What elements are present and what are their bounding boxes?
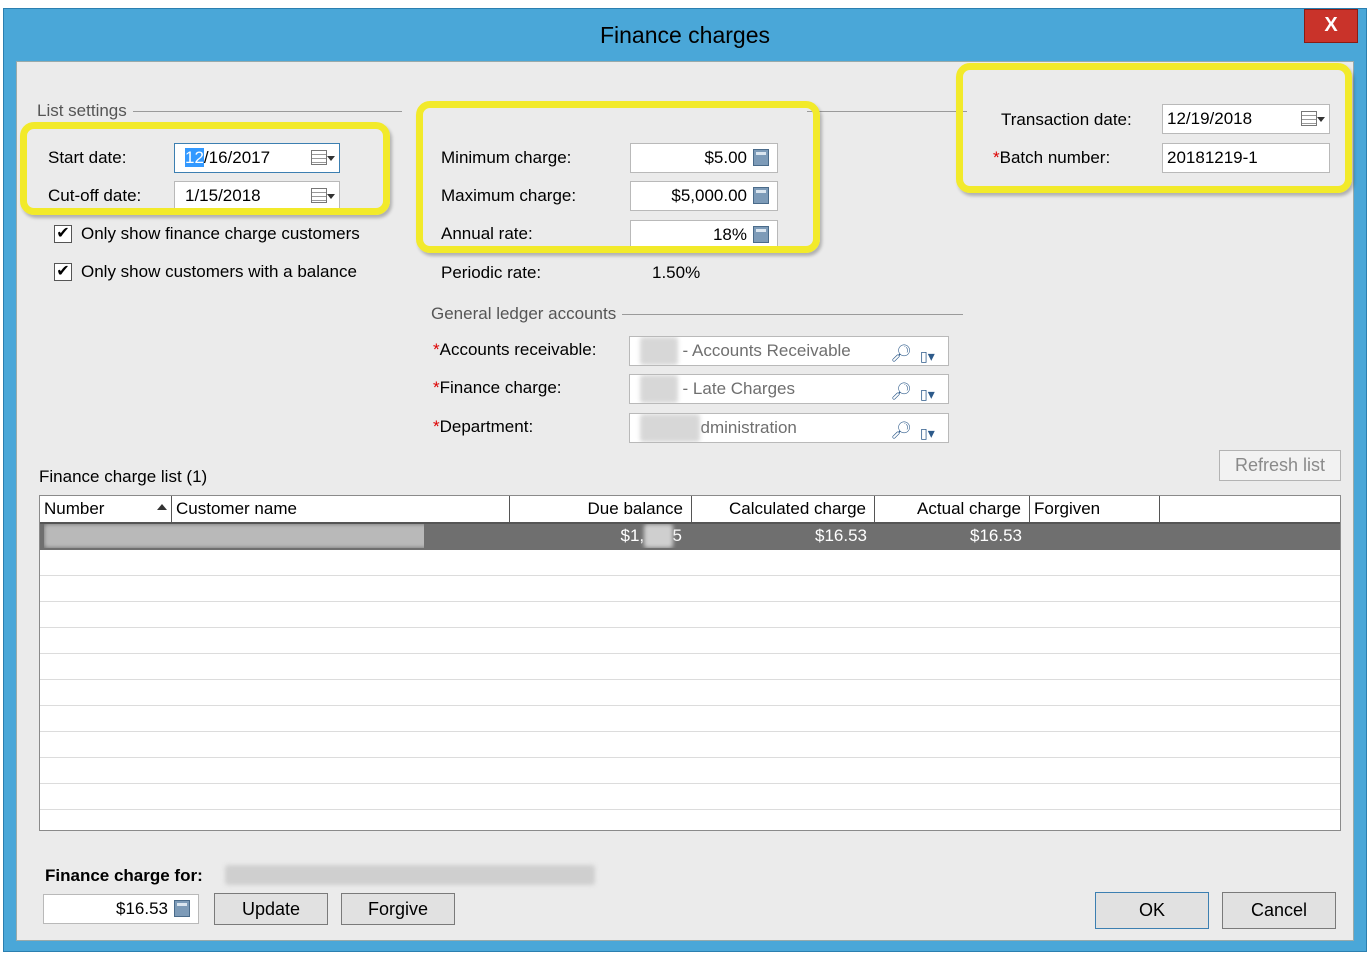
list-item (40, 706, 1340, 732)
cell-actual-charge: $16.53 (970, 526, 1022, 545)
only-balance-label[interactable]: Only show customers with a balance (81, 262, 357, 282)
cell-due-balance: $1,0005 (510, 524, 682, 548)
highlight-date-range (20, 122, 390, 215)
required-mark: * (433, 378, 440, 397)
account-menu-icon[interactable]: ▯▾ (920, 380, 942, 402)
column-header-actual-charge[interactable]: Actual charge (875, 496, 1030, 522)
fc-label-text: Finance charge: (439, 378, 562, 397)
ar-account-field[interactable]: 1201 - Accounts Receivable 🔎︎ ▯▾ (629, 336, 949, 366)
table-row[interactable]: XXXXXXXXXXXXXXXXXXXXXXXXXXXXXXXXXX $1,00… (40, 524, 1340, 550)
list-item (40, 550, 1340, 576)
highlight-finance-charge-settings (416, 101, 820, 253)
list-item (40, 680, 1340, 706)
department-label: *Department: (433, 417, 533, 437)
required-mark: * (433, 340, 440, 359)
ar-account-text: - Accounts Receivable (677, 341, 851, 360)
forgive-button[interactable]: Forgive (341, 893, 455, 925)
customer-redacted: XXXXXXXXXXXXXXXXXXXXXXXXXXXXXXXXXX (44, 524, 424, 548)
list-settings-group-label: List settings (37, 101, 133, 121)
cell-calculated-charge: $16.53 (815, 526, 867, 545)
column-header-forgiven[interactable]: Forgiven (1030, 496, 1160, 522)
list-item (40, 784, 1340, 810)
list-item (40, 654, 1340, 680)
list-item (40, 628, 1340, 654)
fc-account-text: - Late Charges (677, 379, 796, 398)
column-header-empty (1160, 496, 1340, 522)
list-item (40, 732, 1340, 758)
redacted-department: A-0000- (640, 414, 701, 442)
department-label-text: Department: (439, 417, 534, 436)
close-button[interactable]: X (1304, 9, 1358, 43)
list-item (40, 576, 1340, 602)
list-item (40, 602, 1340, 628)
customer-name-redacted (225, 865, 595, 887)
required-mark: * (433, 417, 440, 436)
highlight-transaction (956, 63, 1352, 193)
title-bar: Finance charges X (4, 9, 1366, 61)
update-button[interactable]: Update (214, 893, 328, 925)
redacted-account-number: 4200 (640, 375, 678, 403)
list-item (40, 758, 1340, 784)
refresh-list-button[interactable]: Refresh list (1219, 450, 1341, 481)
department-field[interactable]: A-0000-dministration 🔎︎ ▯▾ (629, 413, 949, 443)
only-finance-label[interactable]: Only show finance charge customers (81, 224, 360, 244)
ar-label: *Accounts receivable: (433, 340, 597, 360)
department-menu-icon[interactable]: ▯▾ (920, 419, 942, 441)
fc-label: *Finance charge: (433, 378, 562, 398)
sort-asc-icon (157, 504, 167, 510)
column-header-number[interactable]: Number (40, 496, 172, 522)
finance-settings-divider (807, 111, 967, 112)
finance-charge-grid: Number Customer name Due balance Calcula… (39, 495, 1341, 831)
gl-group-label: General ledger accounts (431, 304, 623, 324)
finance-charge-for-label: Finance charge for: (45, 866, 203, 885)
column-header-calculated-charge[interactable]: Calculated charge (692, 496, 875, 522)
finance-charge-list-title: Finance charge list (1) (39, 467, 208, 486)
search-icon[interactable]: 🔎︎ (890, 378, 912, 403)
only-finance-checkbox[interactable]: ✔ (54, 225, 72, 243)
window-title: Finance charges (599, 22, 771, 48)
periodic-rate-label: Periodic rate: (441, 263, 542, 282)
ok-button[interactable]: OK (1095, 892, 1209, 929)
finance-charge-amount-field[interactable]: $16.53 (43, 894, 199, 924)
search-icon[interactable]: 🔎︎ (890, 417, 912, 442)
cancel-button[interactable]: Cancel (1222, 892, 1336, 929)
department-text: dministration (700, 418, 797, 437)
periodic-rate-value: 1.50% (652, 263, 701, 282)
column-header-customer-name[interactable]: Customer name (172, 496, 510, 522)
finance-charge-account-field[interactable]: 4200 - Late Charges 🔎︎ ▯▾ (629, 374, 949, 404)
account-menu-icon[interactable]: ▯▾ (920, 342, 942, 364)
finance-charge-amount-text: $16.53 (116, 899, 168, 918)
redacted-account-number: 1201 (640, 337, 678, 365)
grid-header: Number Customer name Due balance Calcula… (40, 496, 1340, 524)
search-icon[interactable]: 🔎︎ (890, 340, 912, 365)
list-item (40, 810, 1340, 830)
ar-label-text: Accounts receivable: (439, 340, 597, 359)
column-header-due-balance[interactable]: Due balance (510, 496, 692, 522)
calculator-icon[interactable] (174, 900, 190, 917)
only-balance-checkbox[interactable]: ✔ (54, 263, 72, 281)
